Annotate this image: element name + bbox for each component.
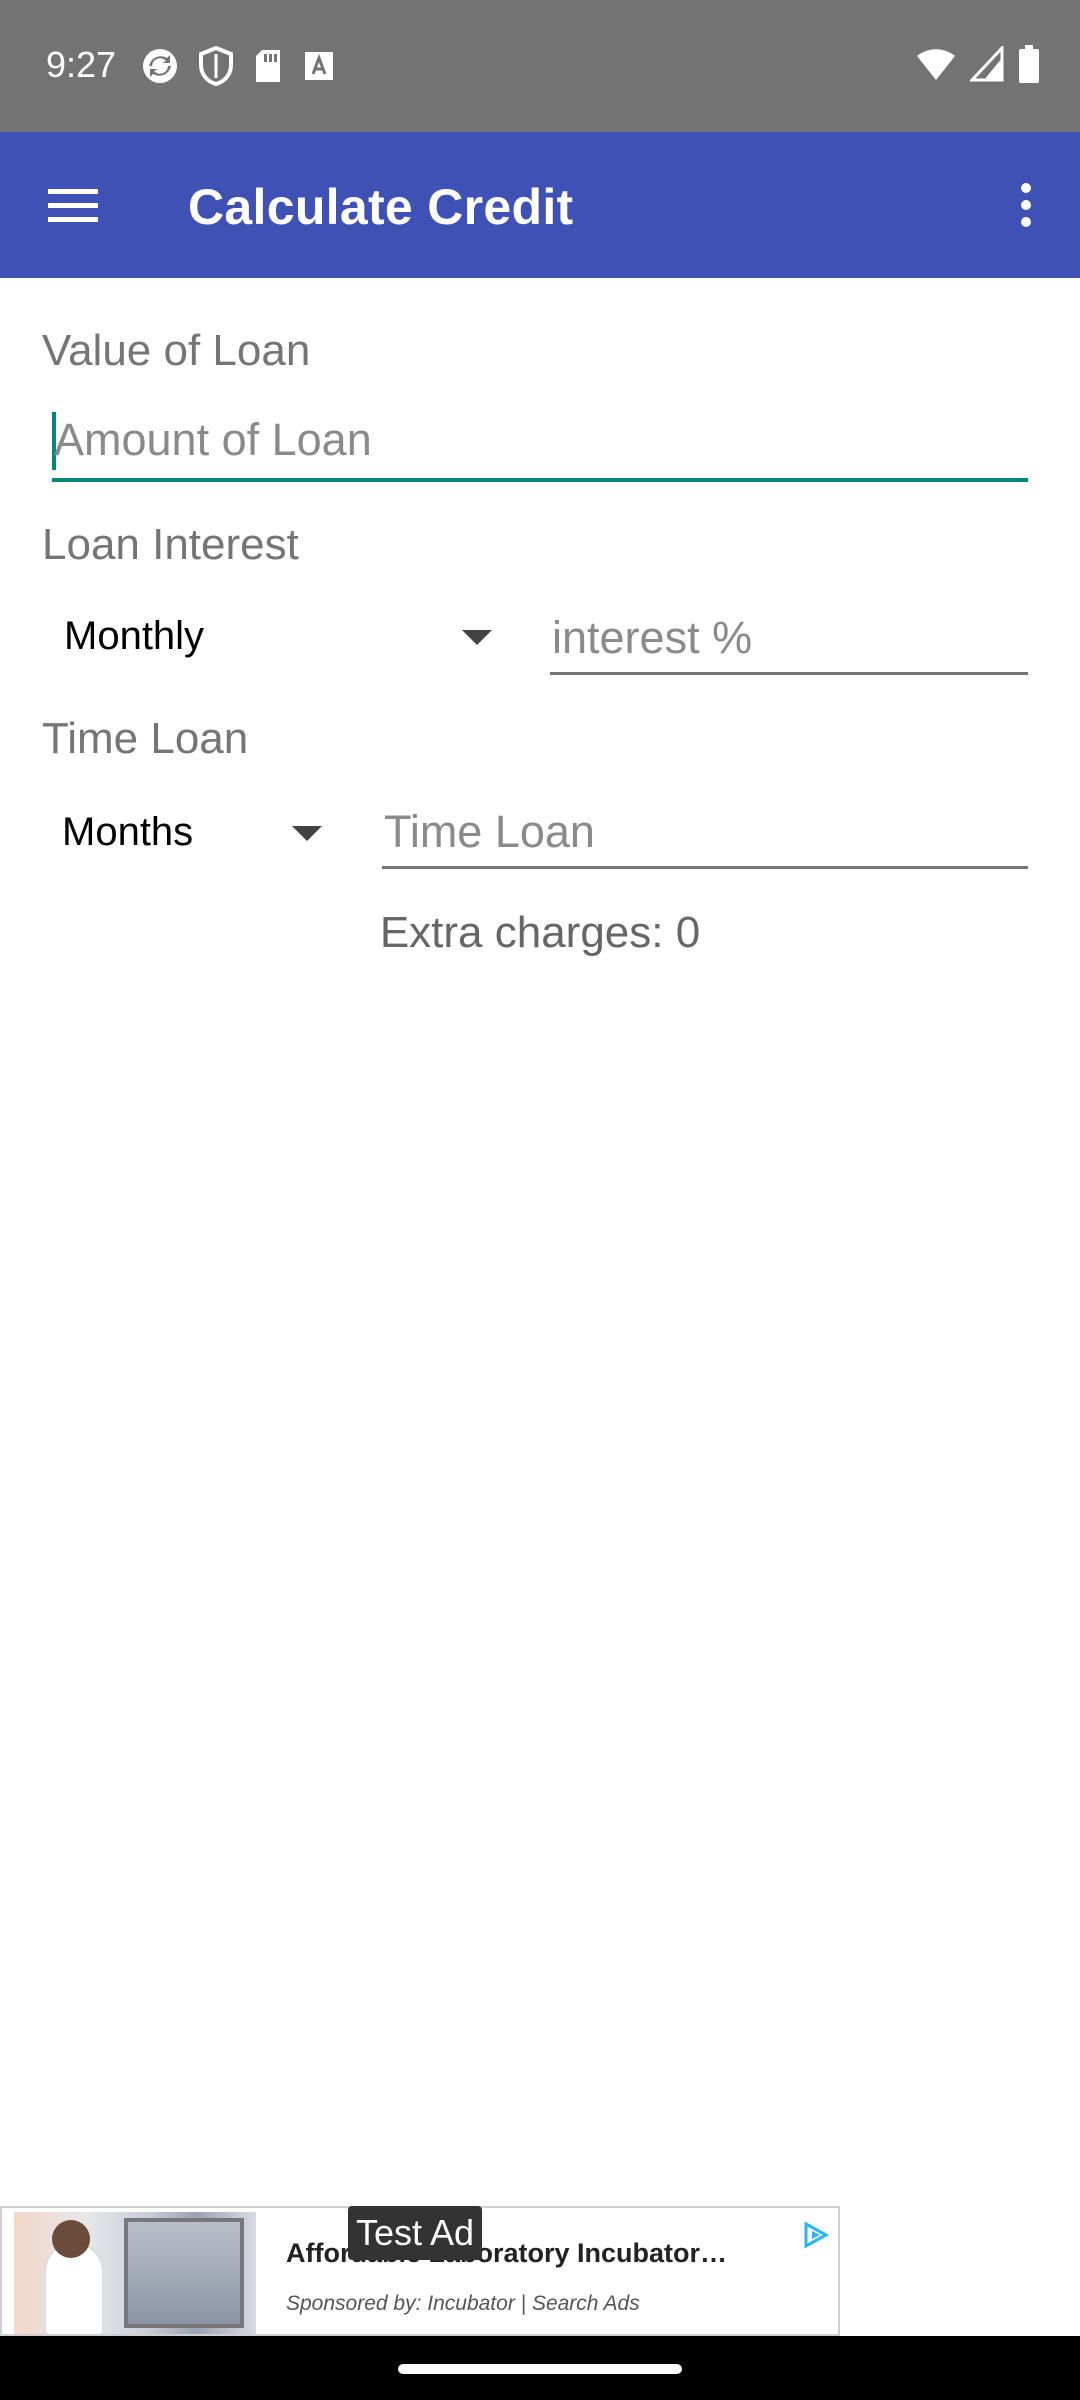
loan-interest-label: Loan Interest [42,520,299,569]
notification-icons [140,45,336,91]
sd-card-icon [252,46,284,91]
hamburger-menu-icon [48,189,98,222]
font-icon [302,46,336,91]
wifi-icon [916,46,956,87]
loan-value-label: Value of Loan [42,326,311,375]
time-loan-placeholder: Time Loan [384,806,595,857]
shield-icon [198,45,234,91]
system-icons [916,44,1040,89]
navigation-menu-button[interactable] [40,172,106,238]
interest-period-spinner[interactable]: Monthly [42,600,512,676]
scientist-head [52,2220,90,2258]
loan-amount-underline [52,478,1028,482]
ad-image [14,2212,256,2334]
interest-period-value: Monthly [64,614,205,658]
loan-amount-input[interactable]: Amount of Loan [52,400,1028,486]
home-gesture-handle[interactable] [398,2364,682,2374]
extra-charges-text: Extra charges: 0 [379,908,701,957]
navigation-bar [0,2336,1080,2400]
interest-rate-placeholder: interest % [552,612,753,663]
more-vertical-icon [1021,183,1031,227]
status-bar: 9:27 [0,0,1080,132]
interest-rate-input[interactable]: interest % [550,600,1028,676]
incubator-image [124,2218,244,2328]
time-loan-input[interactable]: Time Loan [382,796,1028,872]
test-ad-badge: Test Ad [348,2206,483,2260]
page-title: Calculate Credit [188,179,574,235]
time-unit-value: Months [62,810,194,854]
status-time: 9:27 [46,44,117,85]
time-loan-underline [382,866,1028,869]
ad-sponsor: Sponsored by: Incubator | Search Ads [286,2292,640,2315]
chevron-down-icon [462,630,492,645]
sync-icon [140,46,180,91]
interest-rate-underline [550,672,1028,675]
app-bar: Calculate Credit [0,132,1080,278]
signal-icon [968,44,1004,87]
overflow-menu-button[interactable] [996,170,1056,240]
loan-amount-placeholder: Amount of Loan [54,414,372,465]
ad-choices-icon[interactable] [798,2220,832,2255]
battery-icon [1018,44,1040,89]
chevron-down-icon [292,826,322,841]
time-loan-label: Time Loan [42,714,249,763]
time-unit-spinner[interactable]: Months [42,796,352,872]
